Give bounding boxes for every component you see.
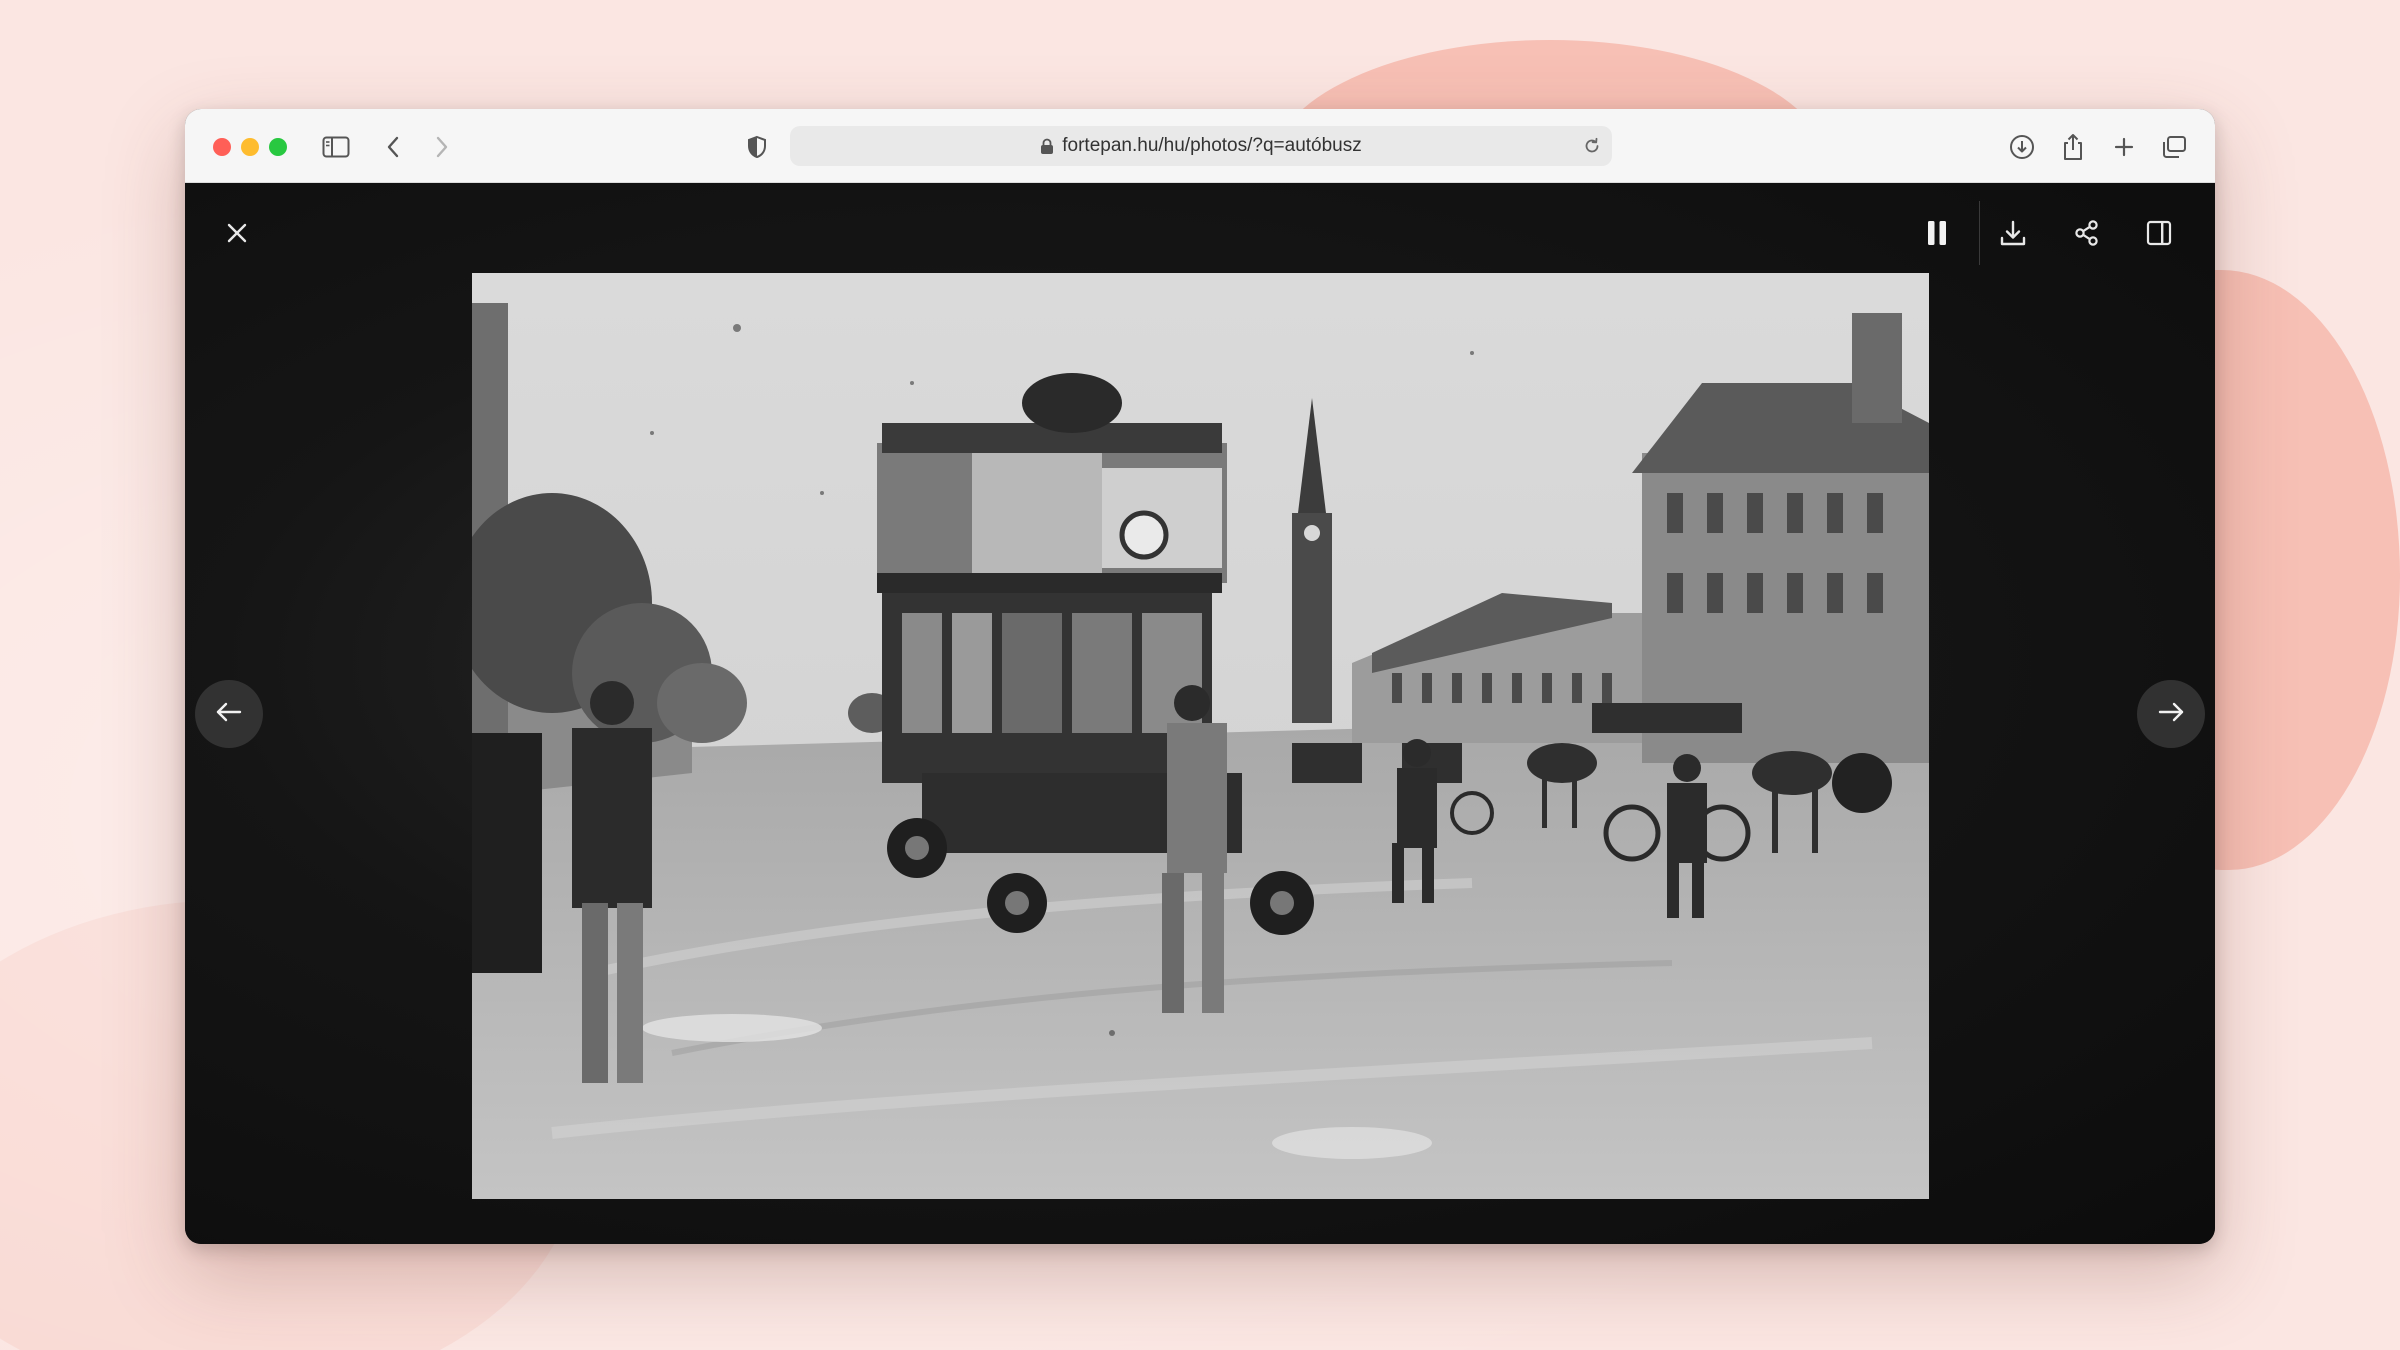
share-nodes-icon[interactable] xyxy=(2065,211,2109,255)
tabs-overview-icon[interactable] xyxy=(2157,130,2191,164)
chevron-right-icon[interactable] xyxy=(425,130,459,164)
download-icon[interactable] xyxy=(1991,211,2035,255)
browser-toolbar: fortepan.hu/hu/photos/?q=autóbusz xyxy=(185,109,2215,183)
share-icon[interactable] xyxy=(2056,130,2090,164)
lock-icon xyxy=(1040,138,1054,155)
zoom-window-button[interactable] xyxy=(269,138,287,156)
close-icon[interactable] xyxy=(215,211,259,255)
reload-icon[interactable] xyxy=(1580,134,1604,158)
minimize-window-button[interactable] xyxy=(241,138,259,156)
photo xyxy=(472,273,1929,1199)
photo-viewer xyxy=(185,183,2215,1244)
arrow-right-icon xyxy=(2157,701,2185,728)
download-circle-icon[interactable] xyxy=(2005,130,2039,164)
chevron-left-icon[interactable] xyxy=(376,130,410,164)
photo-image xyxy=(472,273,1929,1199)
url-text: fortepan.hu/hu/photos/?q=autóbusz xyxy=(1062,135,1362,156)
close-window-button[interactable] xyxy=(213,138,231,156)
pause-icon[interactable] xyxy=(1915,211,1959,255)
arrow-left-icon xyxy=(215,701,243,728)
toolbar-divider xyxy=(1979,201,1980,265)
address-bar[interactable]: fortepan.hu/hu/photos/?q=autóbusz xyxy=(790,126,1612,166)
sidebar-icon[interactable] xyxy=(319,130,353,164)
shield-icon[interactable] xyxy=(740,130,774,164)
plus-icon[interactable] xyxy=(2107,130,2141,164)
previous-photo-button[interactable] xyxy=(195,680,263,748)
side-panel-icon[interactable] xyxy=(2137,211,2181,255)
next-photo-button[interactable] xyxy=(2137,680,2205,748)
browser-window: fortepan.hu/hu/photos/?q=autóbusz xyxy=(185,109,2215,1244)
